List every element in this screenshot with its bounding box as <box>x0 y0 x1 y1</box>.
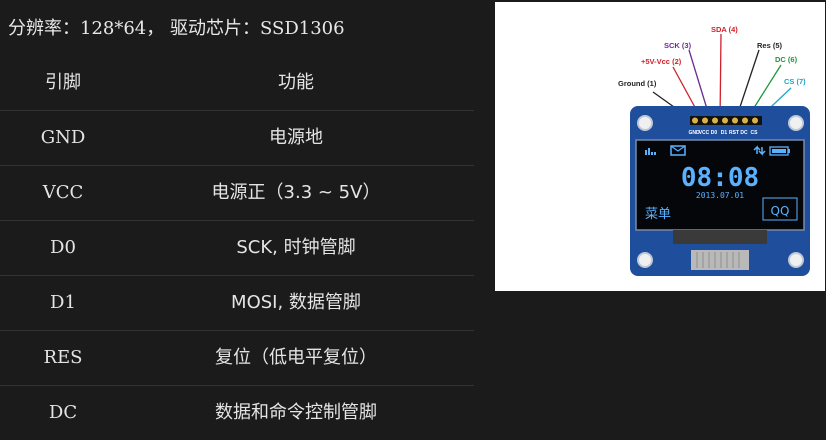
callout-ground: Ground (1) <box>618 79 657 88</box>
function-cell: SCK, 时钟管脚 <box>236 237 356 258</box>
pin-cell: VCC <box>42 182 84 203</box>
clock-time: 08:08 <box>681 163 759 193</box>
callout-sck: SCK (3) <box>664 41 692 50</box>
table-row: D0 SCK, 时钟管脚 <box>0 220 474 275</box>
pin-label: VCC <box>699 130 710 136</box>
pin-cell: D0 <box>50 237 76 258</box>
column-header-function: 功能 <box>278 72 314 93</box>
table-row: VCC 电源正（3.3 ~ 5V） <box>0 165 474 220</box>
header-text: 分辨率：128*64， 驱动芯片：SSD1306 <box>8 18 345 39</box>
function-cell: 电源正（3.3 ~ 5V） <box>211 182 381 203</box>
pin-cell: D1 <box>50 292 76 313</box>
table-row: RES 复位（低电平复位） <box>0 330 474 385</box>
callout-sda: SDA (4) <box>711 25 738 34</box>
callout-dc: DC (6) <box>775 55 798 64</box>
pin-cell: GND <box>40 127 86 148</box>
menu-label: 菜单 <box>645 207 671 222</box>
flex-cable <box>673 230 767 244</box>
column-header-pin: 引脚 <box>45 72 81 93</box>
pin-label: D0 <box>711 130 718 136</box>
callout-vcc: +5V-Vcc (2) <box>641 57 682 66</box>
pin-label: CS <box>751 130 759 136</box>
oled-module-figure: Ground (1) +5V-Vcc (2) SCK (3) SDA (4) R… <box>495 2 825 291</box>
callout-cs: CS (7) <box>784 77 806 86</box>
function-cell: 复位（低电平复位） <box>215 347 377 368</box>
table-row: D1 MOSI, 数据管脚 <box>0 275 474 330</box>
mounting-hole <box>637 252 653 268</box>
mounting-hole <box>788 252 804 268</box>
table-header-row: 引脚 功能 <box>0 56 474 110</box>
pin-table: 引脚 功能 GND 电源地 VCC 电源正（3.3 ~ 5V） D0 SCK, … <box>0 56 474 440</box>
function-cell: MOSI, 数据管脚 <box>231 292 361 313</box>
pin-label: D1 <box>721 130 728 136</box>
mounting-hole <box>637 115 653 131</box>
flex-connector <box>691 250 749 270</box>
function-cell: 电源地 <box>269 127 323 148</box>
clock-date: 2013.07.01 <box>696 191 744 200</box>
header-pins <box>690 116 762 125</box>
qq-label: QQ <box>771 204 790 218</box>
callout-res: Res (5) <box>757 41 783 50</box>
mounting-hole <box>788 115 804 131</box>
pin-label: RST <box>729 130 739 136</box>
oled-module-illustration: Ground (1) +5V-Vcc (2) SCK (3) SDA (4) R… <box>618 25 810 276</box>
table-row: GND 电源地 <box>0 110 474 165</box>
pin-label: DC <box>740 130 748 136</box>
pin-cell: RES <box>43 347 83 368</box>
